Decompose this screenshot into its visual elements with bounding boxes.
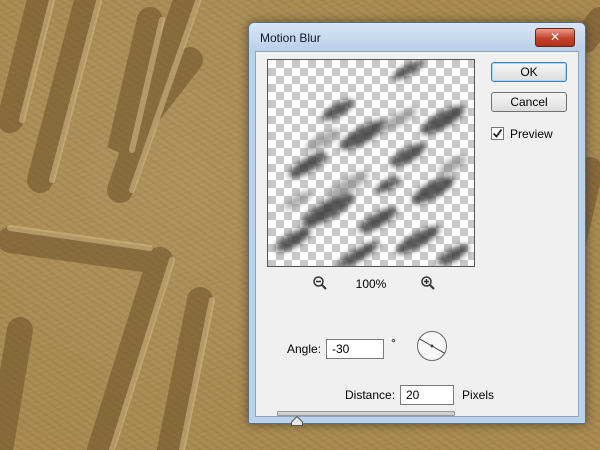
dialog-title: Motion Blur xyxy=(260,31,321,45)
cancel-button[interactable]: Cancel xyxy=(491,92,567,112)
close-icon: ✕ xyxy=(549,30,561,44)
blurred-preview-image xyxy=(275,60,469,266)
motion-blur-dialog: Motion Blur ✕ 100% OK Cancel Preview Ang… xyxy=(248,22,586,426)
checkmark-icon xyxy=(492,128,503,138)
angle-dial-icon[interactable] xyxy=(416,330,448,362)
degree-unit: ° xyxy=(391,336,396,350)
pixels-unit: Pixels xyxy=(462,388,495,402)
blur-preview-canvas[interactable] xyxy=(267,59,475,267)
slider-thumb-icon[interactable] xyxy=(291,416,304,426)
dialog-body: 100% OK Cancel Preview Angle: ° xyxy=(255,51,579,426)
distance-slider-track[interactable] xyxy=(277,411,455,416)
zoom-out-icon[interactable] xyxy=(312,275,328,291)
preview-checkbox[interactable] xyxy=(491,127,504,140)
dialog-titlebar[interactable]: Motion Blur ✕ xyxy=(249,23,585,51)
zoom-in-icon[interactable] xyxy=(420,275,436,291)
ok-button[interactable]: OK xyxy=(491,62,567,82)
angle-input[interactable] xyxy=(326,339,384,359)
zoom-level-text: 100% xyxy=(355,277,387,291)
zoom-controls: 100% xyxy=(267,274,473,294)
distance-input[interactable] xyxy=(400,385,454,405)
distance-label: Distance: xyxy=(345,388,396,402)
angle-label: Angle: xyxy=(287,342,322,356)
preview-label: Preview xyxy=(510,127,553,141)
close-button[interactable]: ✕ xyxy=(535,28,575,47)
